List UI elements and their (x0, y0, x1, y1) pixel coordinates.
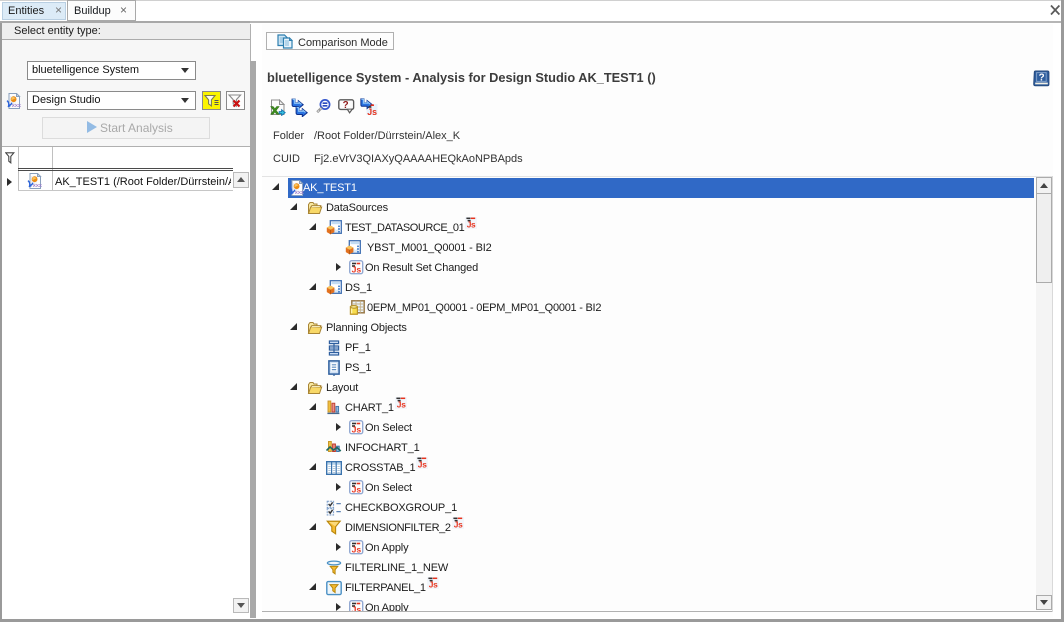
svg-text:Js: Js (352, 484, 362, 494)
svg-text:XXX: XXX (12, 103, 22, 108)
svg-text:Js: Js (418, 460, 428, 469)
svg-text:Js: Js (454, 520, 463, 529)
svg-text:Js: Js (397, 400, 407, 409)
svg-text:XXX: XXX (33, 183, 43, 188)
svg-text:Js: Js (352, 604, 362, 612)
svg-text:Js: Js (352, 264, 362, 274)
svg-text:?: ? (343, 100, 349, 111)
svg-text:Js: Js (352, 544, 362, 554)
svg-text:Js: Js (352, 424, 362, 434)
svg-text:Js: Js (428, 580, 437, 589)
svg-text:Js: Js (467, 220, 476, 229)
svg-text:Js: Js (367, 107, 377, 116)
svg-text:?: ? (1039, 73, 1045, 84)
